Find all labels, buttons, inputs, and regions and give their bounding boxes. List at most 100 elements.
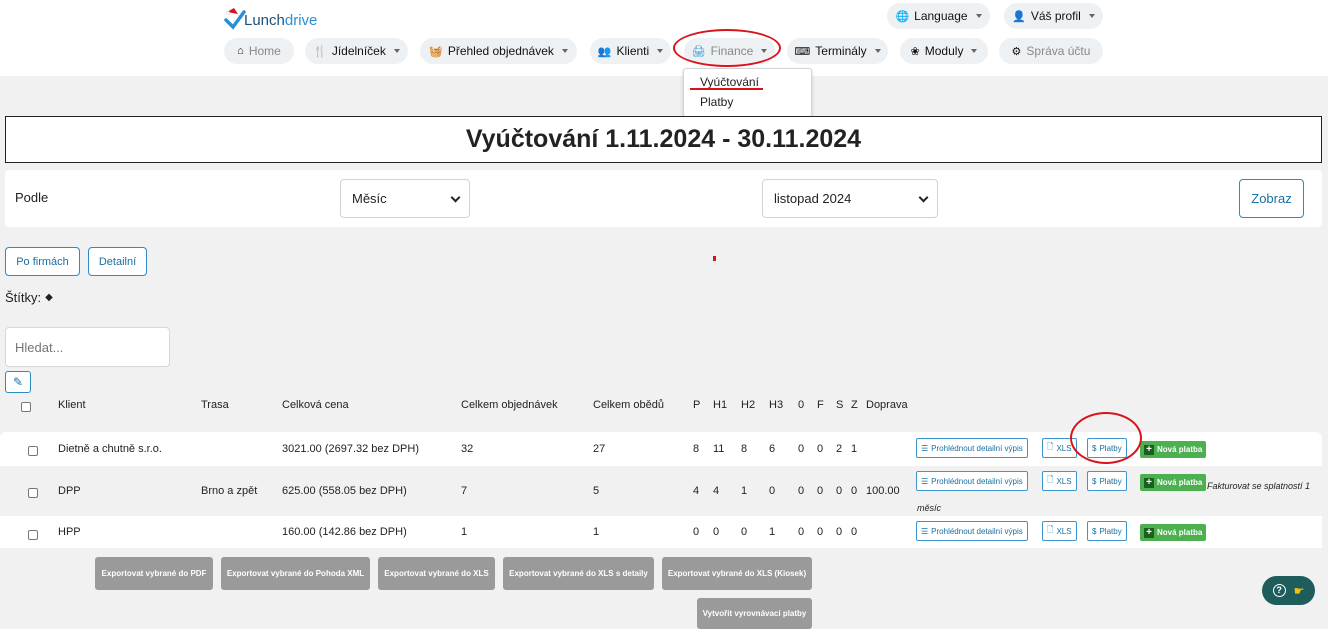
period-type-select[interactable]: Měsíc bbox=[340, 179, 470, 218]
cell-meals: 1 bbox=[593, 526, 600, 538]
cell-client: HPP bbox=[58, 526, 81, 538]
fork-knife-icon: 🍴 bbox=[313, 45, 327, 58]
cell-orders: 1 bbox=[461, 526, 468, 538]
red-mark bbox=[713, 256, 716, 261]
col-celkem-objednavek[interactable]: Celkem objednávek bbox=[461, 399, 558, 411]
export-xls-button[interactable]: Exportovat vybrané do XLS bbox=[378, 557, 495, 590]
cell-f: 0 bbox=[817, 526, 824, 538]
select-all-checkbox[interactable] bbox=[21, 402, 31, 412]
create-settlement-payments-button[interactable]: Vytvořit vyrovnávací platby bbox=[697, 598, 812, 629]
cell-z: 1 bbox=[851, 443, 858, 455]
nav-prehled-objednavek[interactable]: 🧺 Přehled objednávek bbox=[420, 38, 577, 64]
col-h2[interactable]: H2 bbox=[741, 399, 755, 411]
brand-logo[interactable]: Lunchdrive bbox=[224, 6, 317, 32]
nav-terminaly[interactable]: ⌨ Terminály bbox=[787, 38, 888, 64]
cell-f: 0 bbox=[817, 443, 824, 455]
export-pohoda-xml-button[interactable]: Exportovat vybrané do Pohoda XML bbox=[221, 557, 370, 590]
gear-icon: ⚙ bbox=[1011, 45, 1022, 58]
xls-button[interactable]: 🗋 XLS bbox=[1042, 521, 1077, 541]
users-icon: 👥 bbox=[597, 45, 612, 58]
cell-price: 160.00 (142.86 bez DPH) bbox=[282, 526, 407, 538]
cell-h2: 0 bbox=[741, 526, 748, 538]
col-klient[interactable]: Klient bbox=[58, 399, 86, 411]
nav-sprava-uctu[interactable]: ⚙ Správa účtu bbox=[999, 38, 1103, 64]
detail-statement-button[interactable]: ☰ Prohlédnout detailní výpis bbox=[916, 521, 1028, 541]
detail-statement-button[interactable]: ☰ Prohlédnout detailní výpis bbox=[916, 438, 1028, 458]
zobraz-button[interactable]: Zobraz bbox=[1239, 179, 1304, 218]
col-h1[interactable]: H1 bbox=[713, 399, 727, 411]
question-icon: ? bbox=[1272, 584, 1286, 597]
cell-orders: 7 bbox=[461, 485, 468, 497]
period-select[interactable]: listopad 2024 bbox=[762, 179, 938, 218]
col-trasa[interactable]: Trasa bbox=[201, 399, 229, 411]
search-input[interactable] bbox=[5, 327, 170, 367]
cell-h1: 11 bbox=[713, 443, 725, 455]
payments-button[interactable]: $ Platby bbox=[1087, 521, 1127, 541]
nav-jidelnicek[interactable]: 🍴 Jídelníček bbox=[305, 38, 408, 64]
chevron-down-icon bbox=[918, 192, 929, 203]
nav-home[interactable]: ⌂ Home bbox=[224, 38, 294, 64]
hand-icon: ☛ bbox=[1293, 583, 1305, 598]
cell-0: 0 bbox=[798, 485, 805, 497]
col-doprava[interactable]: Doprava bbox=[866, 399, 908, 411]
annotation-ellipse-platby bbox=[1070, 412, 1142, 464]
cell-meals: 5 bbox=[593, 485, 600, 497]
language-dropdown[interactable]: 🌐 Language bbox=[887, 3, 990, 29]
col-z[interactable]: Z bbox=[851, 399, 858, 411]
col-0[interactable]: 0 bbox=[798, 399, 804, 411]
chevron-down-icon bbox=[450, 192, 461, 203]
cell-s: 0 bbox=[836, 485, 843, 497]
col-p[interactable]: P bbox=[693, 399, 700, 411]
cell-price: 625.00 (558.05 bez DPH) bbox=[282, 485, 407, 497]
annotation-ellipse-finance bbox=[673, 29, 781, 67]
brand-name: Lunchdrive bbox=[244, 12, 318, 29]
profile-dropdown[interactable]: 👤 Váš profil bbox=[1004, 3, 1103, 29]
view-detailni-button[interactable]: Detailní bbox=[88, 247, 147, 276]
file-icon: 🗋 bbox=[1047, 442, 1054, 451]
export-xls-details-button[interactable]: Exportovat vybrané do XLS s detaily bbox=[503, 557, 654, 590]
col-celkova-cena[interactable]: Celková cena bbox=[282, 399, 349, 411]
row-checkbox[interactable] bbox=[28, 446, 38, 456]
edit-button[interactable]: ✎ bbox=[5, 371, 31, 393]
col-f[interactable]: F bbox=[817, 399, 824, 411]
new-payment-button[interactable]: + Nová platba bbox=[1140, 441, 1207, 458]
cell-h3: 6 bbox=[769, 443, 776, 455]
plus-icon: + bbox=[1144, 444, 1154, 455]
list-icon: ☰ bbox=[921, 526, 929, 536]
row-checkbox[interactable] bbox=[28, 488, 38, 498]
cell-price: 3021.00 (2697.32 bez DPH) bbox=[282, 443, 419, 455]
col-s[interactable]: S bbox=[836, 399, 843, 411]
menu-item-vyuctovani[interactable]: Vyúčtování bbox=[700, 75, 759, 89]
menu-item-platby[interactable]: Platby bbox=[700, 95, 733, 109]
export-pdf-button[interactable]: Exportovat vybrané do PDF bbox=[95, 557, 213, 590]
cell-h2: 8 bbox=[741, 443, 748, 455]
cell-orders: 32 bbox=[461, 443, 474, 455]
view-po-firmach-button[interactable]: Po firmách bbox=[5, 247, 80, 276]
row-note: Fakturovat se splatností 1 měsíc bbox=[917, 481, 1311, 513]
basket-icon: 🧺 bbox=[429, 45, 443, 58]
dollar-icon: $ bbox=[1092, 526, 1097, 536]
cell-h1: 0 bbox=[713, 526, 720, 538]
list-icon: ☰ bbox=[921, 443, 929, 453]
cell-client: DPP bbox=[58, 485, 81, 497]
row-checkbox[interactable] bbox=[28, 530, 38, 540]
globe-icon: 🌐 bbox=[895, 10, 910, 23]
user-icon: 👤 bbox=[1012, 10, 1026, 23]
cell-h3: 0 bbox=[769, 485, 776, 497]
table-row: HPP 160.00 (142.86 bez DPH) 1 1 0 0 0 1 … bbox=[0, 516, 1322, 548]
cell-meals: 27 bbox=[593, 443, 606, 455]
nav-moduly[interactable]: ❀ Moduly bbox=[900, 38, 988, 64]
filter-bar: Podle Měsíc listopad 2024 Zobraz bbox=[5, 170, 1322, 227]
help-widget[interactable]: ? ☛ bbox=[1262, 576, 1315, 605]
nav-klienti[interactable]: 👥 Klienti bbox=[590, 38, 671, 64]
cell-p: 0 bbox=[693, 526, 700, 538]
cell-h2: 1 bbox=[741, 485, 748, 497]
cell-f: 0 bbox=[817, 485, 824, 497]
new-payment-button[interactable]: + Nová platba bbox=[1140, 524, 1207, 541]
finance-dropdown-menu: Vyúčtování Platby bbox=[683, 68, 812, 117]
export-xls-kiosek-button[interactable]: Exportovat vybrané do XLS (Kiosek) bbox=[662, 557, 812, 590]
col-h3[interactable]: H3 bbox=[769, 399, 783, 411]
tag-icon[interactable]: ◆ bbox=[45, 292, 53, 303]
col-celkem-obedu[interactable]: Celkem obědů bbox=[593, 399, 664, 411]
tags-row: Štítky: ◆ bbox=[5, 290, 53, 305]
